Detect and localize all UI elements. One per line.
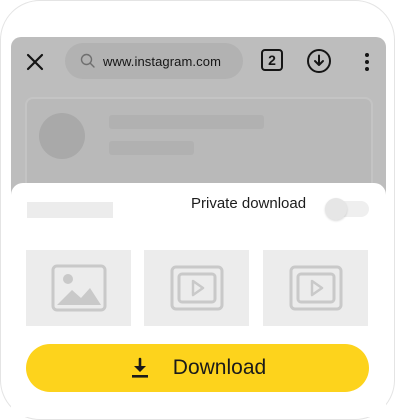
text-placeholder [109, 115, 264, 129]
avatar-placeholder [39, 113, 85, 159]
browser-toolbar: www.instagram.com 2 [11, 37, 386, 87]
tabs-button[interactable]: 2 [261, 49, 283, 71]
title-placeholder [27, 202, 113, 218]
thumbnail-video[interactable] [263, 250, 368, 326]
phone-frame: www.instagram.com 2 Private download Dow… [0, 0, 395, 420]
download-button[interactable]: Download [26, 344, 369, 392]
private-download-label: Private download [191, 195, 307, 212]
browser-screen: www.instagram.com 2 Private download Dow… [11, 37, 386, 417]
private-download-toggle[interactable] [325, 198, 369, 220]
tab-count: 2 [268, 52, 276, 68]
image-icon [51, 264, 106, 312]
text-placeholder [109, 141, 194, 155]
play-icon [170, 265, 223, 311]
close-icon[interactable] [23, 50, 47, 74]
thumbnail-image[interactable] [26, 250, 131, 326]
download-arrow-icon [131, 357, 148, 378]
more-vert-icon[interactable] [360, 50, 374, 74]
url-text: www.instagram.com [103, 53, 222, 69]
toggle-knob [325, 198, 347, 220]
download-label: Download [172, 356, 267, 379]
media-thumbnails [26, 250, 386, 326]
play-icon [289, 265, 342, 311]
download-sheet: Private download Download [11, 183, 386, 417]
download-icon[interactable] [306, 48, 332, 74]
search-icon [80, 53, 95, 68]
thumbnail-video[interactable] [144, 250, 249, 326]
address-bar[interactable]: www.instagram.com [65, 43, 243, 79]
